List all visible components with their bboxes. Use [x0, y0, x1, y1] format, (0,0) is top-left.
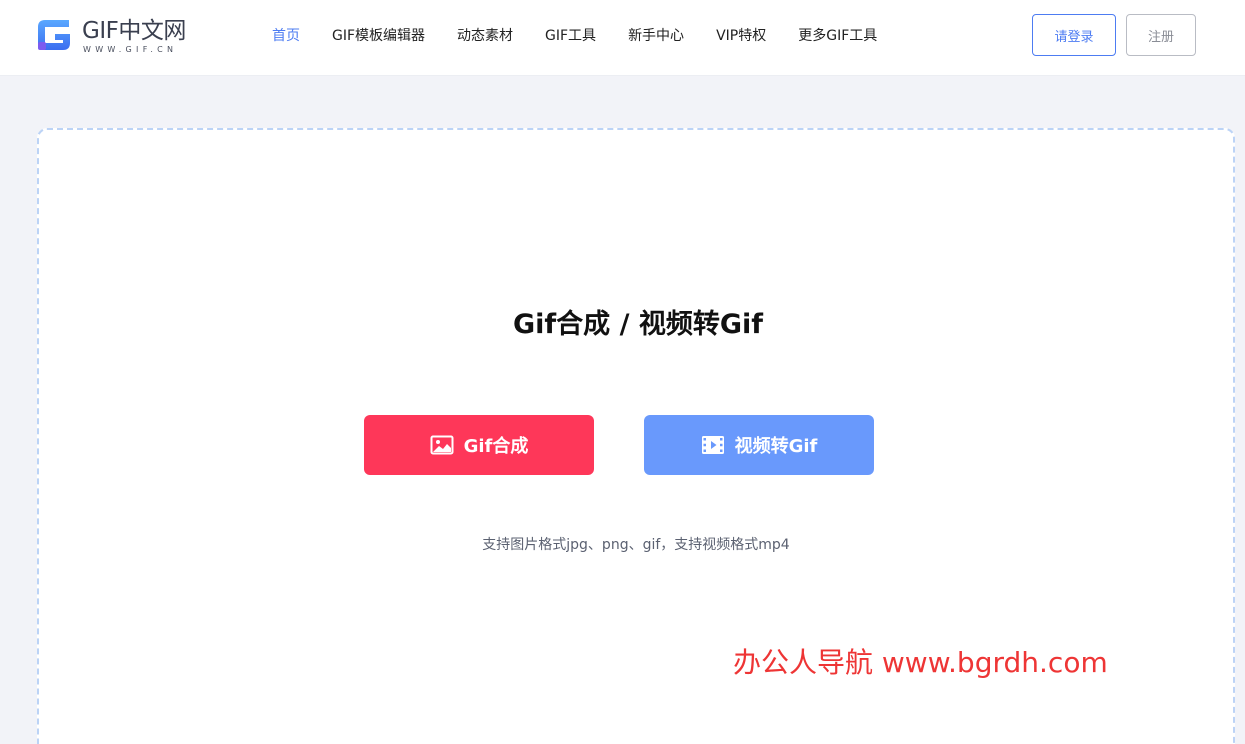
page-title: Gif合成 / 视频转Gif — [513, 309, 763, 340]
nav-item-more-gif-tools[interactable]: 更多GIF工具 — [798, 25, 877, 45]
site-logo[interactable]: GIF中文网 WWW.GIF.CN — [35, 16, 195, 56]
nav-item-gif-tools[interactable]: GIF工具 — [545, 25, 596, 45]
logo-mark-icon — [38, 20, 70, 50]
nav-item-vip[interactable]: VIP特权 — [716, 25, 766, 45]
login-button[interactable]: 请登录 — [1032, 14, 1116, 56]
image-icon — [430, 435, 454, 455]
film-icon — [701, 435, 725, 455]
gif-compose-label: Gif合成 — [463, 436, 529, 457]
supported-formats-hint: 支持图片格式jpg、png、gif，支持视频格式mp4 — [482, 537, 790, 553]
nav-item-beginner-center[interactable]: 新手中心 — [628, 25, 684, 45]
nav-item-gif-template-editor[interactable]: GIF模板编辑器 — [332, 25, 425, 45]
video-to-gif-button[interactable]: 视频转Gif — [644, 415, 874, 475]
video-to-gif-label: 视频转Gif — [734, 436, 818, 457]
logo-subtitle: WWW.GIF.CN — [83, 45, 178, 54]
main-nav: 首页 GIF模板编辑器 动态素材 GIF工具 新手中心 VIP特权 更多GIF工… — [256, 0, 893, 70]
gif-compose-button[interactable]: Gif合成 — [364, 415, 594, 475]
watermark-text: 办公人导航 www.bgrdh.com — [733, 646, 1108, 679]
register-button[interactable]: 注册 — [1126, 14, 1196, 56]
logo-title: GIF中文网 — [82, 18, 186, 44]
nav-item-home[interactable]: 首页 — [272, 25, 300, 45]
top-header: GIF中文网 WWW.GIF.CN 首页 GIF模板编辑器 动态素材 GIF工具… — [0, 0, 1245, 76]
nav-item-animated-assets[interactable]: 动态素材 — [457, 25, 513, 45]
